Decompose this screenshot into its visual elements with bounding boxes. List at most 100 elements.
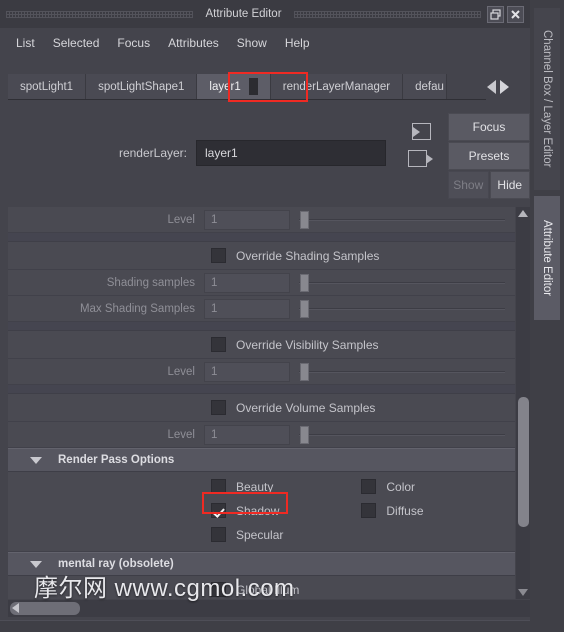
section-title: Render Pass Options [58,454,175,466]
input-connection-icon[interactable] [408,122,433,142]
arrow-left-icon[interactable] [487,80,496,94]
section-mental-ray[interactable]: mental ray (obsolete) [8,552,515,576]
slider-handle[interactable] [300,362,309,381]
color-checkbox[interactable] [361,479,377,494]
pass-item-shadow: Shadow [211,502,283,519]
tab-spotlightshape1[interactable]: spotLightShape1 [86,74,198,99]
right-vertical-tab-bar: Channel Box / Layer Editor Attribute Edi… [530,0,564,632]
node-tab-strip: spotLight1 spotLightShape1 layer1 render… [8,74,486,100]
attr-row-level-2: Level 1 [8,359,515,385]
menu-selected[interactable]: Selected [45,33,108,53]
caret-down-icon[interactable] [30,456,42,464]
row-separator [8,385,515,394]
arrow-right-icon[interactable] [500,80,509,94]
tab-navigation [487,76,531,98]
slider-track [299,433,505,436]
attr-label: Level [167,428,196,441]
tab-layer1[interactable]: layer1 [197,74,271,99]
slider-handle[interactable] [300,210,309,229]
caret-down-icon[interactable] [30,560,42,568]
attr-slider[interactable] [299,299,505,319]
horizontal-scrollbar-thumb[interactable] [10,602,80,615]
focus-button[interactable]: Focus [448,113,530,141]
pass-label: Diffuse [386,503,424,518]
attr-slider[interactable] [299,362,505,382]
attr-value-input[interactable]: 1 [204,272,290,293]
scroll-up-arrow-icon[interactable] [518,210,528,217]
menu-help[interactable]: Help [277,33,318,53]
pass-label: Color [386,479,416,494]
connection-icons [408,122,433,169]
slider-track [299,370,505,373]
output-connection-icon[interactable] [408,149,433,169]
attr-value-input[interactable]: 1 [204,361,290,382]
render-layer-name-input[interactable]: layer1 [196,140,386,166]
pass-item-beauty: Beauty [211,478,283,495]
attr-row-global-illum: Global Illum [8,576,515,599]
menu-show[interactable]: Show [229,33,275,53]
slider-track [299,218,505,221]
slider-handle[interactable] [300,425,309,444]
menubar: List Selected Focus Attributes Show Help [0,30,530,56]
attr-row-shading-samples: Shading samples 1 [8,270,515,296]
attr-row-override-visibility-samples: Override Visibility Samples [8,331,515,359]
show-button[interactable]: Show [448,171,489,199]
scroll-down-arrow-icon[interactable] [518,589,528,596]
override-visibility-samples-checkbox[interactable] [211,337,226,352]
override-shading-samples-checkbox[interactable] [211,248,226,263]
attr-slider[interactable] [299,425,505,445]
window-buttons [487,5,530,23]
specular-checkbox[interactable] [211,527,226,542]
slider-handle[interactable] [300,273,309,292]
menu-list[interactable]: List [8,33,43,53]
global-illum-checkbox[interactable] [211,582,226,597]
diffuse-checkbox[interactable] [361,503,377,518]
attr-value-input[interactable]: 1 [204,209,290,230]
attr-value-input[interactable]: 1 [204,424,290,445]
attr-label: Override Visibility Samples [236,337,379,352]
pass-label: Specular [236,527,284,542]
hide-button[interactable]: Hide [489,171,530,199]
section-title: mental ray (obsolete) [58,558,174,570]
presets-button[interactable]: Presets [448,142,530,170]
attr-value-input[interactable]: 1 [204,298,290,319]
pass-label: Shadow [236,503,280,518]
pass-item-color: Color [361,478,423,495]
vtab-channel-box-layer-editor[interactable]: Channel Box / Layer Editor [534,8,560,190]
attribute-editor-window: Attribute Editor List Selected Focus Att… [0,0,564,632]
attr-slider[interactable] [299,210,505,230]
render-pass-grid: Beauty Shadow Specular Color Diffuse [8,472,515,552]
tab-spotlight1[interactable]: spotLight1 [8,74,87,99]
side-button-group: Focus Presets Show Hide [448,113,530,199]
pass-item-diffuse: Diffuse [361,502,424,519]
attr-row-level-1: Level 1 [8,207,515,233]
slider-handle[interactable] [300,299,309,318]
tab-renderlayermanager[interactable]: renderLayerManager [270,74,404,99]
override-volume-samples-checkbox[interactable] [211,400,226,415]
window-title: Attribute Editor [205,8,282,20]
attr-slider[interactable] [299,273,505,293]
vertical-scrollbar-thumb[interactable] [518,397,529,527]
shadow-checkbox[interactable] [211,503,226,518]
row-separator [8,322,515,331]
section-render-pass-options[interactable]: Render Pass Options [8,448,515,472]
beauty-checkbox[interactable] [211,479,226,494]
vtab-attribute-editor[interactable]: Attribute Editor [534,196,560,320]
close-icon[interactable] [507,5,525,23]
window-titlebar[interactable]: Attribute Editor [0,0,530,28]
horizontal-scrollbar[interactable] [8,600,530,617]
tab-defaultrenderlayer[interactable]: defau [403,74,447,99]
row-separator [8,233,515,242]
render-layer-row: renderLayer: layer1 [0,136,400,170]
menu-focus[interactable]: Focus [109,33,158,53]
scroll-left-arrow-icon[interactable] [12,603,19,613]
menu-attributes[interactable]: Attributes [160,33,227,53]
attr-label: Global Illum [236,582,300,597]
attr-label: Level [167,365,196,378]
restore-icon[interactable] [487,5,505,23]
vertical-scrollbar[interactable] [516,207,530,599]
tab-label: layer1 [209,80,241,93]
attr-row-override-volume-samples: Override Volume Samples [8,394,515,422]
attr-row-override-shading-samples: Override Shading Samples [8,242,515,270]
attr-row-max-shading-samples: Max Shading Samples 1 [8,296,515,322]
